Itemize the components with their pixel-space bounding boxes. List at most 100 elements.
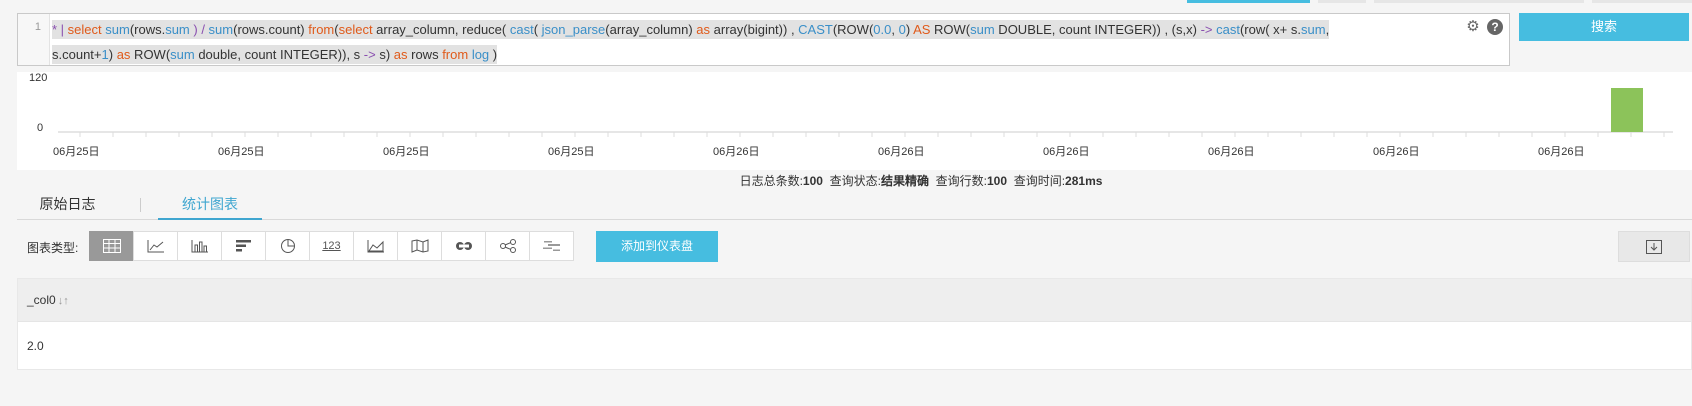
code-token: -> (1200, 22, 1213, 37)
code-token: from (308, 22, 335, 37)
help-icon[interactable]: ? (1487, 19, 1503, 35)
editor-gutter: 1 (18, 14, 50, 65)
histogram-plot[interactable] (17, 72, 1692, 170)
number-icon: 123 (322, 240, 341, 252)
code-token: as (696, 22, 711, 37)
gear-icon[interactable]: ⚙ (1465, 19, 1481, 35)
chart-type-pie-button[interactable] (265, 231, 310, 261)
top-tab[interactable] (1318, 0, 1366, 3)
add-to-dashboard-button[interactable]: 添加到仪表盘 (596, 231, 718, 262)
code-token: sum (165, 22, 190, 37)
chart-type-area-button[interactable] (353, 231, 398, 261)
top-tab[interactable] (1592, 0, 1692, 3)
code-token: (rows. (129, 22, 166, 37)
query-time-label: 查询时间: (1013, 174, 1066, 188)
table-cell: 2.0 (27, 339, 44, 353)
code-token: (ROW( (832, 22, 874, 37)
x-tick-label: 06月26日 (1538, 146, 1585, 158)
chart-type-horizontal-bar-button[interactable] (221, 231, 266, 261)
log-histogram: 120 0 06月25日 06月25日 06月25日 06月25日 06月26日 06月2… (17, 72, 1692, 170)
code-token: ROW( (130, 47, 171, 62)
column-header[interactable]: _col0 ↓↑ (27, 293, 69, 307)
total-count-value: 100 (802, 174, 823, 188)
tab-raw-logs[interactable]: 原始日志 (17, 190, 118, 220)
code-token: rows (407, 47, 443, 62)
query-editor[interactable]: 1 * | select sum(rows.sum ) / sum(rows.c… (17, 13, 1510, 66)
code-token: ) (489, 47, 498, 62)
table-header: _col0 ↓↑ (18, 279, 1691, 321)
code-token: ( (533, 22, 542, 37)
x-tick-label: 06月25日 (383, 146, 430, 158)
graph-icon (499, 239, 516, 253)
code-token: as (393, 47, 408, 62)
x-tick-label: 06月25日 (548, 146, 595, 158)
code-line-2[interactable]: s.count+1) as ROW(sum double, count INTE… (52, 45, 498, 64)
chart-type-flow-button[interactable] (441, 231, 486, 261)
chart-type-bar-button[interactable] (177, 231, 222, 261)
code-token: , (1325, 22, 1330, 37)
editor-icons: ⚙ ? (1465, 19, 1503, 35)
tab-charts[interactable]: 统计图表 (158, 190, 262, 220)
chart-type-map-button[interactable] (397, 231, 442, 261)
search-button[interactable]: 搜索 (1519, 13, 1689, 41)
code-line-1[interactable]: * | select sum(rows.sum ) / sum(rows.cou… (52, 20, 1330, 39)
code-token: array_column, reduce (372, 22, 502, 37)
code-token: CAST (798, 22, 833, 37)
chart-type-word-cloud-button[interactable] (529, 231, 574, 261)
code-token: array(bigint)) , (710, 22, 799, 37)
top-tab[interactable] (1484, 0, 1584, 3)
chart-type-buttons: 123 (89, 231, 574, 261)
chart-type-line-button[interactable] (133, 231, 178, 261)
code-token: ROW( (930, 22, 971, 37)
x-tick-label: 06月26日 (1208, 146, 1255, 158)
download-button[interactable] (1618, 231, 1690, 262)
x-tick-label: 06月26日 (1373, 146, 1420, 158)
chart-type-graph-button[interactable] (485, 231, 530, 261)
top-tab[interactable] (1374, 0, 1484, 3)
pie-chart-icon (280, 239, 295, 253)
tab-divider (140, 198, 141, 212)
code-token: log (471, 47, 490, 62)
x-tick-label: 06月25日 (218, 146, 265, 158)
word-cloud-icon (542, 241, 560, 251)
page: 1 * | select sum(rows.sum ) / sum(rows.c… (0, 0, 1692, 406)
map-icon (411, 239, 428, 253)
code-token: 1 (101, 47, 109, 62)
column-header-label: _col0 (27, 293, 56, 307)
chart-type-table-button[interactable] (89, 231, 134, 261)
result-table: _col0 ↓↑ 2.0 (17, 278, 1692, 370)
table-icon (102, 239, 121, 253)
code-token: cast (1216, 22, 1240, 37)
code-token: ( (501, 22, 510, 37)
table-row: 2.0 (18, 321, 1691, 369)
code-token: as (116, 47, 131, 62)
flow-icon (455, 242, 472, 250)
code-token: sum (170, 47, 195, 62)
chart-type-number-button[interactable]: 123 (309, 231, 354, 261)
query-state-value: 结果精确 (880, 174, 929, 188)
code-token: sum (1301, 22, 1326, 37)
x-tick-label: 06月26日 (1043, 146, 1090, 158)
download-icon (1646, 239, 1662, 254)
x-tick-label: 06月25日 (53, 146, 100, 158)
sort-icon[interactable]: ↓↑ (58, 295, 69, 307)
code-token: double, count INTEGER)), s (194, 47, 364, 62)
code-token: AS (913, 22, 931, 37)
code-token: s) (375, 47, 394, 62)
bar-chart-icon (191, 240, 208, 253)
horizontal-bar-icon (235, 240, 251, 252)
code-token: 0 (898, 22, 906, 37)
top-tab-active[interactable] (1187, 0, 1310, 3)
histogram-bar[interactable] (1611, 88, 1643, 132)
area-chart-icon (367, 240, 384, 253)
code-token: select (67, 22, 106, 37)
total-count-label: 日志总条数: (739, 174, 803, 188)
code-token: ) (108, 47, 117, 62)
code-token: sum (105, 22, 130, 37)
chart-toolbar: 图表类型: 123 添加到仪表盘 (17, 227, 1692, 267)
code-token: -> (363, 47, 376, 62)
query-code[interactable]: * | select sum(rows.sum ) / sum(rows.cou… (52, 17, 1472, 67)
code-token: select (338, 22, 373, 37)
code-token: 0.0 (873, 22, 892, 37)
code-token: from (442, 47, 469, 62)
